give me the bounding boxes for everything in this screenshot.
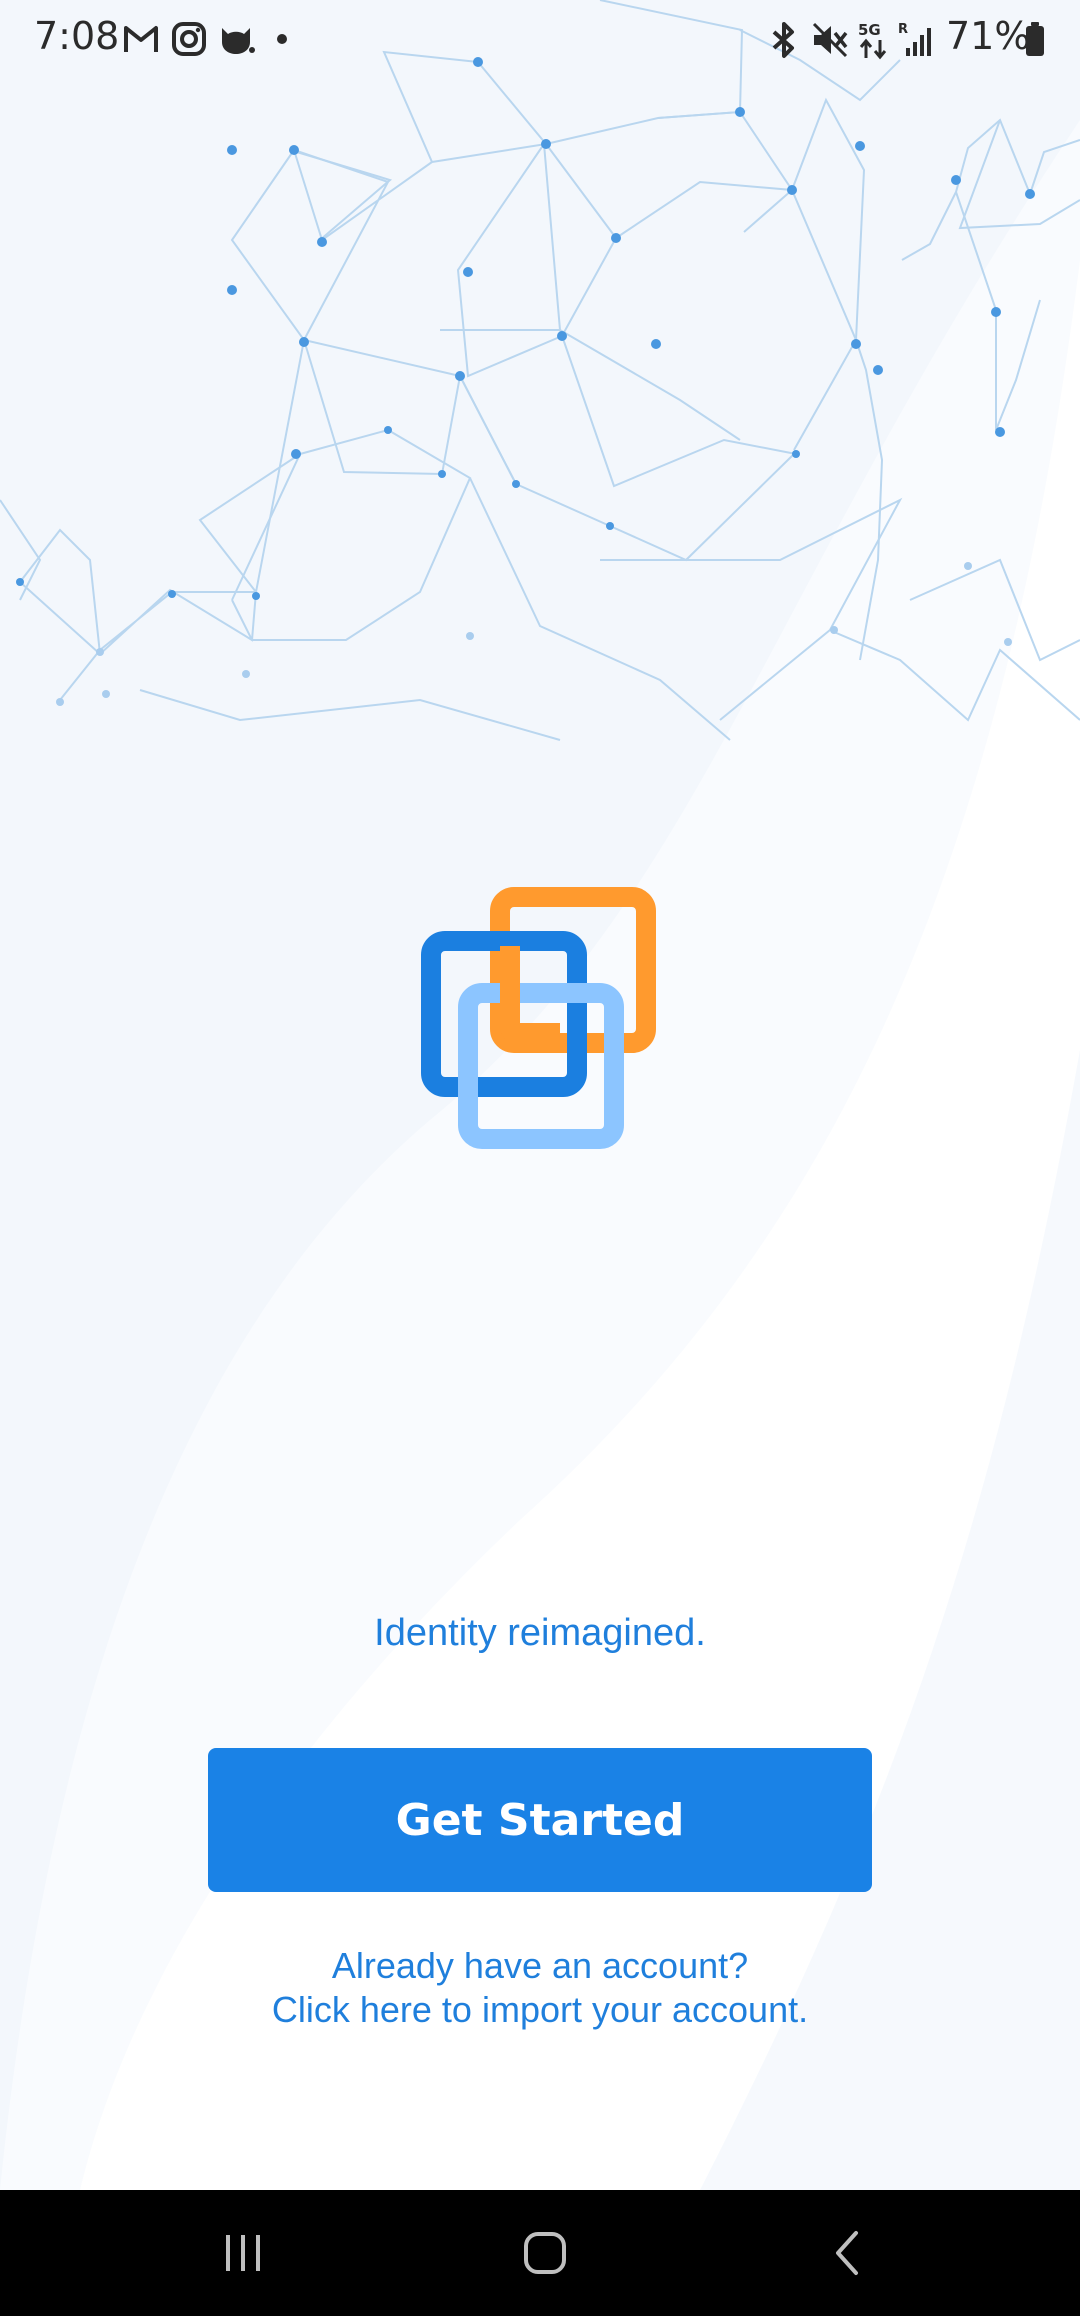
dot-icon [277, 34, 287, 44]
network-decoration [0, 0, 1080, 741]
mute-icon [812, 22, 848, 58]
signal-icon: R [898, 22, 931, 56]
back-icon [836, 2231, 858, 2275]
recent-apps-button[interactable] [183, 2210, 303, 2296]
gmail-icon [124, 26, 158, 52]
recent-apps-icon [226, 2235, 260, 2271]
svg-text:5G: 5G [858, 21, 881, 39]
import-account-link[interactable]: Already have an account? Click here to i… [0, 1944, 1080, 2032]
battery-icon [1026, 22, 1044, 56]
home-icon [524, 2232, 566, 2274]
app-logo [421, 887, 656, 1149]
instagram-icon [172, 22, 206, 56]
get-started-button[interactable]: Get Started [208, 1748, 872, 1892]
5g-icon: 5G [858, 21, 887, 60]
battery-percent: 71% [946, 14, 1031, 58]
import-link-line2: Click here to import your account. [271, 1989, 809, 2030]
import-link-line1: Already have an account? [331, 1945, 749, 1986]
svg-text:R: R [898, 22, 908, 37]
status-bar: 7:08 5G R 71% [0, 0, 1080, 78]
navigation-bar [0, 2190, 1080, 2316]
home-button[interactable] [485, 2210, 605, 2296]
bluetooth-icon [772, 22, 794, 58]
cat-app-icon [222, 28, 255, 54]
tagline: Identity reimagined. [374, 1612, 706, 1654]
back-button[interactable] [788, 2210, 908, 2296]
status-time: 7:08 [34, 14, 120, 58]
